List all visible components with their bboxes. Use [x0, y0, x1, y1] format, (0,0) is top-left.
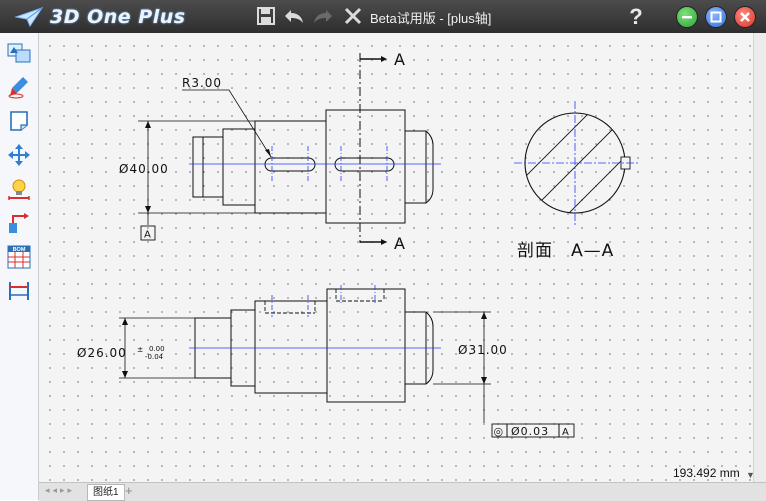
radius-leader	[182, 89, 272, 158]
section-title: 剖面 A—A	[517, 241, 614, 261]
tol-upper: 0.00	[149, 345, 165, 353]
vertical-scrollbar[interactable]	[753, 33, 766, 482]
paper-plane-logo-icon	[14, 6, 44, 27]
dimension-icon[interactable]	[6, 278, 32, 304]
dia31-dimension-lines	[433, 311, 491, 423]
tol-plus-minus: ±	[137, 345, 143, 354]
view-layout-icon[interactable]	[6, 40, 32, 66]
datum-label: A	[144, 230, 151, 241]
sheet-tab-1[interactable]: 图纸1	[87, 484, 125, 501]
dia31-label: Ø31.00	[458, 343, 508, 357]
sheet-tab-bar: ◂◂▸▸ 图纸1 +	[39, 482, 766, 501]
app-name: 3D One Plus	[50, 5, 186, 28]
close-button[interactable]	[734, 6, 756, 28]
section-label-bottom: A	[394, 234, 405, 253]
front-view	[192, 109, 434, 224]
move-icon[interactable]	[6, 142, 32, 168]
concentricity-symbol: ◎	[494, 425, 504, 438]
bom-table-icon[interactable]: BOM	[6, 244, 32, 270]
measurement-readout: 193.492 mm	[673, 466, 740, 480]
title-bar: 3D One Plus Beta试用版 - [plus轴] ?	[0, 0, 766, 33]
maximize-icon	[710, 11, 722, 23]
dia26-label: Ø26.00	[77, 346, 127, 360]
bottom-view-centerlines	[189, 285, 441, 349]
close-icon	[740, 12, 750, 22]
left-toolbar: BOM	[0, 33, 39, 500]
section-label-top: A	[394, 50, 405, 69]
window-title: Beta试用版 - [plus轴]	[370, 11, 492, 26]
section-plane-line	[359, 53, 381, 243]
leader-icon[interactable]	[6, 210, 32, 236]
add-sheet-button[interactable]: +	[125, 483, 133, 498]
close-x-icon[interactable]	[341, 4, 365, 28]
sheet-icon[interactable]	[6, 108, 32, 134]
minimize-icon	[682, 16, 692, 19]
app-logo: 3D One Plus	[14, 3, 186, 30]
redo-icon[interactable]	[311, 4, 335, 28]
minimize-button[interactable]	[676, 6, 698, 28]
sketch-pen-icon[interactable]	[6, 74, 32, 100]
fcf-tolerance: Ø0.03	[511, 425, 549, 438]
fcf-datum: A	[562, 427, 569, 438]
maximize-button[interactable]	[705, 6, 727, 28]
undo-icon[interactable]	[282, 4, 306, 28]
drawing-canvas[interactable]: A A R3.00 Ø40.00 A 剖面 A—A Ø26.00 ± 0.00 …	[39, 33, 753, 482]
section-arrow-bottom	[381, 239, 387, 245]
radius-arrowhead	[265, 149, 271, 157]
bottom-view	[194, 288, 434, 403]
tol-lower: -0.04	[145, 353, 164, 361]
sheet-nav-arrows-icon[interactable]: ◂◂▸▸	[45, 485, 75, 496]
annotation-light-icon[interactable]	[6, 176, 32, 202]
engineering-drawing: A A R3.00 Ø40.00 A 剖面 A—A Ø26.00 ± 0.00 …	[77, 50, 639, 438]
save-icon[interactable]	[254, 4, 278, 28]
measure-dropdown-icon[interactable]: ▼	[746, 470, 755, 480]
radius-dimension: R3.00	[182, 76, 222, 90]
dia40-label: Ø40.00	[119, 162, 169, 176]
help-button[interactable]: ?	[625, 4, 647, 30]
section-arrow-top	[381, 56, 387, 62]
